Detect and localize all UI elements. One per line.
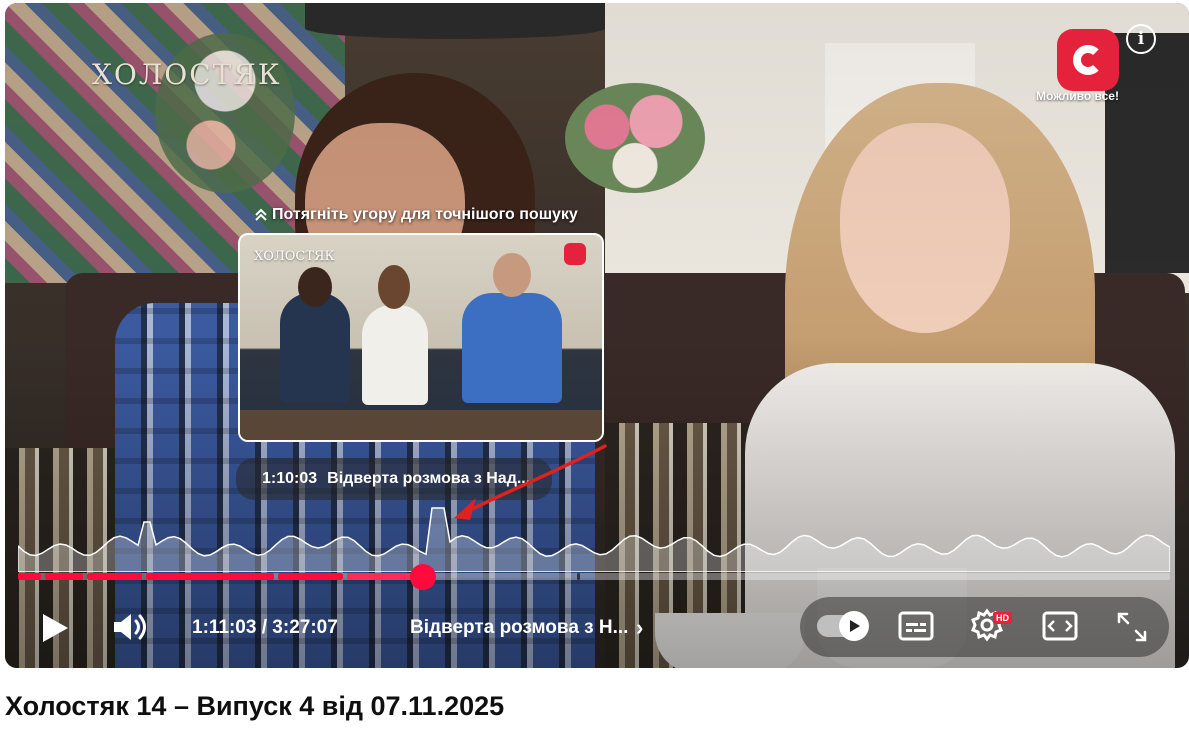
- volume-icon[interactable]: [112, 611, 152, 643]
- chevron-up-double-icon: [255, 208, 267, 221]
- autoplay-play-icon: [850, 620, 860, 632]
- chevron-right-icon[interactable]: ›: [636, 615, 643, 641]
- time-separator: /: [256, 617, 273, 638]
- duration: 3:27:07: [272, 617, 338, 638]
- autoplay-toggle[interactable]: [817, 611, 869, 641]
- time-display: 1:11:03 / 3:27:07: [192, 617, 338, 639]
- progress-played-segment: [145, 573, 275, 580]
- hd-badge: HD: [993, 612, 1012, 624]
- page-title: Холостяк 14 – Випуск 4 від 07.11.2025: [5, 691, 505, 721]
- progress-played-segment: [45, 573, 83, 580]
- current-time: 1:11:03: [192, 617, 257, 638]
- progress-bar[interactable]: [18, 573, 1170, 580]
- fine-seek-hint: Потягніть угору для точнішого пошуку: [254, 206, 578, 224]
- scrubber-handle[interactable]: [410, 564, 436, 590]
- progress-played-segment: [86, 573, 142, 580]
- preview-timestamp: 1:10:03: [262, 470, 318, 487]
- progress-played-segment: [18, 573, 42, 580]
- current-chapter-title[interactable]: Відверта розмова з Н...: [410, 617, 628, 639]
- progress-played-segment: [278, 573, 344, 580]
- chapter-marker: [576, 573, 580, 580]
- show-logo: ХОЛОСТЯК: [92, 58, 282, 91]
- miniplayer-icon[interactable]: [1042, 611, 1078, 641]
- preview-show-logo: ХОЛОСТЯК: [254, 249, 335, 264]
- channel-logo: [1057, 29, 1119, 91]
- fine-seek-hint-text: Потягніть угору для точнішого пошуку: [272, 206, 578, 223]
- info-icon[interactable]: i: [1126, 24, 1156, 54]
- seek-preview-thumbnail: ХОЛОСТЯК: [238, 233, 604, 442]
- channel-slogan: Можливо все!: [1036, 89, 1119, 103]
- preview-table: [240, 410, 602, 440]
- fullscreen-icon[interactable]: [1116, 611, 1148, 643]
- most-replayed-heatmap: [18, 507, 1170, 572]
- play-icon[interactable]: [40, 612, 70, 644]
- subtitles-icon[interactable]: [898, 611, 934, 641]
- progress-played-segment: [347, 573, 419, 580]
- preview-channel-logo: [564, 243, 586, 265]
